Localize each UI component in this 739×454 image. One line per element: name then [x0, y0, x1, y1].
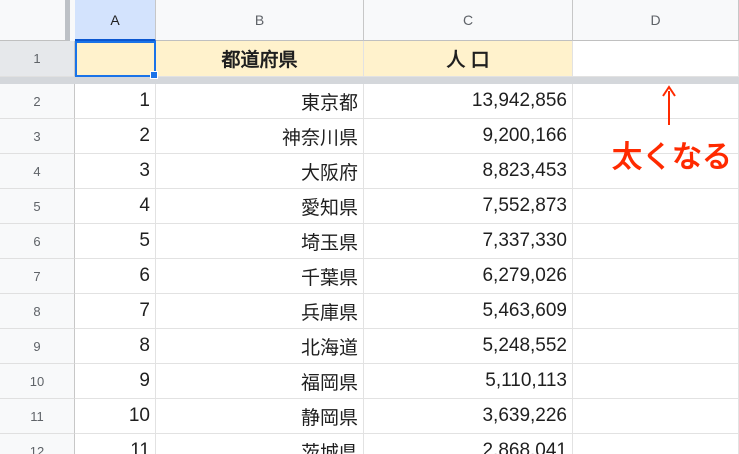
cell-b[interactable]: 福岡県 — [156, 364, 364, 399]
cell-c[interactable]: 9,200,166 — [364, 119, 573, 154]
cell-d[interactable] — [573, 399, 739, 434]
cell-d1[interactable] — [573, 41, 739, 77]
cell-d[interactable] — [573, 294, 739, 329]
cell-b[interactable]: 千葉県 — [156, 259, 364, 294]
cell-b[interactable]: 兵庫県 — [156, 294, 364, 329]
cell-a[interactable]: 11 — [75, 434, 156, 454]
cell-c[interactable]: 7,552,873 — [364, 189, 573, 224]
cell-a[interactable]: 1 — [75, 84, 156, 119]
row-header-1[interactable]: 1 — [0, 41, 75, 77]
cell-b[interactable]: 神奈川県 — [156, 119, 364, 154]
column-header-d[interactable]: D — [573, 0, 739, 41]
row-header[interactable]: 4 — [0, 154, 75, 189]
row-header[interactable]: 9 — [0, 329, 75, 364]
cell-a[interactable]: 4 — [75, 189, 156, 224]
cell-c1-population-header[interactable]: 人 口 — [364, 41, 573, 77]
column-header-a[interactable]: A — [75, 0, 156, 41]
cell-a[interactable]: 5 — [75, 224, 156, 259]
cell-d[interactable] — [573, 329, 739, 364]
row-header[interactable]: 10 — [0, 364, 75, 399]
annotation-label: 太くなる — [612, 141, 732, 174]
cell-d[interactable] — [573, 364, 739, 399]
cell-a[interactable]: 8 — [75, 329, 156, 364]
cell-c[interactable]: 8,823,453 — [364, 154, 573, 189]
cell-a[interactable]: 2 — [75, 119, 156, 154]
row-header[interactable]: 7 — [0, 259, 75, 294]
cell-c[interactable]: 7,337,330 — [364, 224, 573, 259]
row-header[interactable]: 2 — [0, 84, 75, 119]
cell-c[interactable]: 5,110,113 — [364, 364, 573, 399]
cell-d[interactable] — [573, 434, 739, 454]
column-header-c[interactable]: C — [364, 0, 573, 41]
select-all-corner[interactable] — [0, 0, 70, 41]
cell-d[interactable] — [573, 224, 739, 259]
cell-b[interactable]: 東京都 — [156, 84, 364, 119]
cell-b[interactable]: 北海道 — [156, 329, 364, 364]
cell-c[interactable]: 6,279,026 — [364, 259, 573, 294]
cell-a[interactable]: 9 — [75, 364, 156, 399]
spreadsheet-grid: A B C D 1 都道府県 人 口 2 1 東京都 13,942,856 3 2 神奈川県… — [0, 0, 739, 454]
cell-a[interactable]: 6 — [75, 259, 156, 294]
cell-c[interactable]: 2,868,041 — [364, 434, 573, 454]
cell-c[interactable]: 13,942,856 — [364, 84, 573, 119]
cell-b[interactable]: 静岡県 — [156, 399, 364, 434]
cell-b[interactable]: 茨城県 — [156, 434, 364, 454]
row-header[interactable]: 11 — [0, 399, 75, 434]
frozen-row-divider[interactable] — [0, 77, 739, 84]
cell-b[interactable]: 埼玉県 — [156, 224, 364, 259]
cell-d[interactable] — [573, 259, 739, 294]
cell-a1[interactable] — [75, 41, 156, 77]
up-arrow-icon — [662, 85, 676, 125]
row-header[interactable]: 12 — [0, 434, 75, 454]
cell-b[interactable]: 大阪府 — [156, 154, 364, 189]
cell-c[interactable]: 5,248,552 — [364, 329, 573, 364]
cell-a[interactable]: 7 — [75, 294, 156, 329]
row-header[interactable]: 6 — [0, 224, 75, 259]
fill-handle[interactable] — [150, 71, 158, 79]
row-header[interactable]: 5 — [0, 189, 75, 224]
row-header[interactable]: 8 — [0, 294, 75, 329]
row-header[interactable]: 3 — [0, 119, 75, 154]
column-header-b[interactable]: B — [156, 0, 364, 41]
cell-c[interactable]: 3,639,226 — [364, 399, 573, 434]
cell-c[interactable]: 5,463,609 — [364, 294, 573, 329]
cell-d[interactable] — [573, 84, 739, 119]
cell-a[interactable]: 10 — [75, 399, 156, 434]
cell-b[interactable]: 愛知県 — [156, 189, 364, 224]
cell-b1-prefecture-header[interactable]: 都道府県 — [156, 41, 364, 77]
cell-a[interactable]: 3 — [75, 154, 156, 189]
cell-d[interactable] — [573, 189, 739, 224]
